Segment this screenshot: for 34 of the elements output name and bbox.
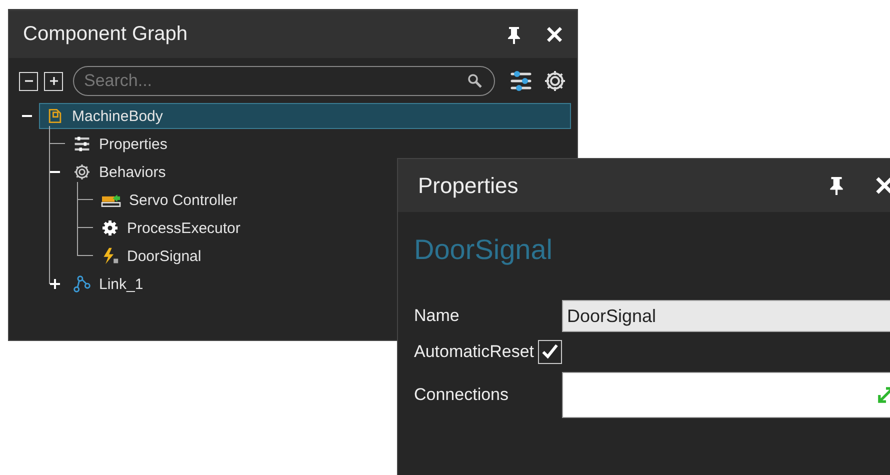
field-label: Connections (414, 385, 510, 405)
tree-item[interactable]: ProcessExecutor (95, 216, 246, 240)
close-icon[interactable] (546, 26, 563, 43)
tree-item[interactable]: DoorSignal (95, 244, 208, 268)
field-label: Name (414, 306, 460, 326)
link-icon (73, 275, 91, 293)
name-field[interactable]: DoorSignal (562, 300, 890, 332)
expand-all-button[interactable] (44, 72, 63, 90)
plus-icon (48, 76, 58, 86)
tree-item[interactable]: Link_1 (67, 272, 150, 296)
close-icon[interactable] (875, 176, 890, 195)
gear-icon (73, 163, 91, 181)
pin-icon[interactable] (828, 176, 845, 195)
search-field[interactable]: Search... (73, 66, 495, 96)
lightning-icon (101, 247, 119, 265)
tree-item[interactable]: MachineBody (39, 103, 571, 129)
panel-title: Component Graph (23, 23, 189, 46)
object-heading: DoorSignal (414, 234, 554, 266)
checkbox[interactable] (538, 340, 562, 364)
filter-sliders-icon[interactable] (509, 69, 533, 93)
sliders-icon (73, 135, 91, 153)
panel-title: Properties (418, 172, 520, 198)
gear-icon (101, 219, 119, 237)
tree-item[interactable]: Behaviors (67, 160, 172, 184)
tree-item[interactable]: Properties (67, 132, 174, 156)
tree-item[interactable]: Servo Controller (95, 188, 244, 212)
settings-icon[interactable] (543, 69, 567, 93)
field-label: AutomaticReset (414, 342, 534, 362)
pin-icon[interactable] (506, 26, 522, 44)
collapse-all-button[interactable] (19, 72, 38, 90)
component-icon (46, 107, 64, 125)
expand-icon[interactable] (49, 278, 61, 290)
search-icon (467, 73, 483, 89)
connections-field[interactable] (562, 372, 890, 418)
